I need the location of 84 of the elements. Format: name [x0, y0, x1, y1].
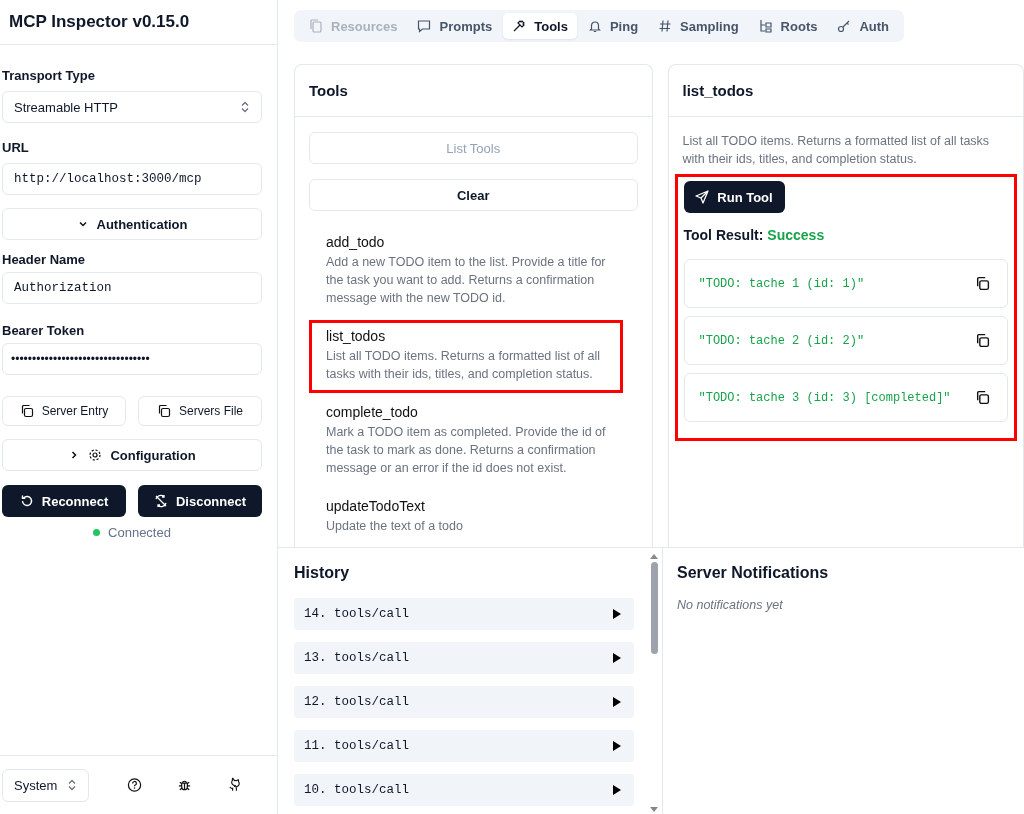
play-triangle-icon	[612, 740, 622, 752]
key-icon	[837, 19, 852, 33]
panel-title: list_todos	[668, 65, 1023, 117]
clear-button[interactable]: Clear	[309, 179, 638, 211]
empty-notifications-text: No notifications yet	[677, 598, 784, 612]
history-entry[interactable]: 13. tools/call	[294, 642, 634, 674]
bell-icon	[587, 19, 602, 33]
tool-description: Mark a TODO item as completed. Provide the id of the task to mark as done. Returns a confirmation message or an error if the id does not exist.	[326, 424, 606, 477]
history-entry-label: 10. tools/call	[304, 783, 410, 797]
copy-icon[interactable]	[975, 276, 990, 291]
tool-name: list_todos	[326, 328, 387, 344]
history-entry[interactable]: 10. tools/call	[294, 774, 634, 806]
field-label: Bearer Token	[2, 323, 86, 338]
tab[interactable]: Sampling	[649, 13, 748, 39]
play-triangle-icon	[612, 608, 622, 620]
tool-name: complete_todo	[326, 404, 419, 420]
scroll-down-arrow-icon[interactable]	[649, 806, 659, 814]
history-entry[interactable]: 14. tools/call	[294, 598, 634, 630]
configuration-toggle[interactable]: Configuration	[2, 439, 262, 471]
up-down-chevron-icon	[66, 779, 77, 791]
result-text: "TODO: tache 3 (id: 3) [completed]"	[698, 390, 951, 405]
history-entry-label: 14. tools/call	[304, 607, 410, 621]
result-label: Tool Result:	[683, 227, 764, 243]
copy-icon[interactable]	[975, 333, 990, 348]
copy-button[interactable]: Server Entry	[2, 396, 126, 426]
tool-name: updateTodoText	[326, 498, 426, 514]
tool-description: Update the text of a todo	[326, 518, 464, 535]
theme-select[interactable]: System	[2, 768, 89, 802]
connection-status: Connected	[108, 525, 171, 540]
result-status: Success	[767, 227, 825, 243]
tool-item[interactable]: add_todo Add a new TODO item to the list. Provide a title for the task you want to add. Returns a confirmation message with the new TODO id.	[309, 226, 623, 317]
play-triangle-icon	[612, 652, 622, 664]
result-text: "TODO: tache 2 (id: 2)"	[698, 333, 865, 348]
copy-button[interactable]: Servers File	[138, 396, 262, 426]
tab[interactable]: Prompts	[408, 13, 502, 39]
history-entry[interactable]: 12. tools/call	[294, 686, 634, 718]
field-label: URL	[2, 140, 30, 155]
result-text: "TODO: tache 1 (id: 1)"	[698, 276, 865, 291]
tool-item[interactable]: updateTodoText Update the text of a todo	[309, 490, 623, 545]
run-tool-button[interactable]: Run Tool	[683, 181, 785, 213]
history-title: History	[294, 564, 351, 582]
reconnect-button[interactable]: Reconnect	[2, 485, 126, 517]
disconnect-icon	[153, 494, 168, 508]
scroll-up-arrow-icon[interactable]	[649, 552, 659, 560]
tool-item[interactable]: list_todos List all TODO items. Returns a formatted list of all tasks with their ids, titles, and completion status.	[309, 320, 623, 393]
history-entry-label: 13. tools/call	[304, 651, 410, 665]
hash-icon	[658, 19, 673, 33]
copy-icon	[157, 404, 171, 418]
play-triangle-icon	[612, 784, 622, 796]
header-name-field[interactable]: Authorization	[2, 272, 262, 304]
field-label: Transport Type	[2, 68, 96, 83]
tool-item[interactable]: complete_todo Mark a TODO item as completed. Provide the id of the task to mark as done. Returns a confirmation message or an error if the id does not exist.	[309, 396, 623, 487]
tool-name: add_todo	[326, 234, 386, 250]
tool-description: List all TODO items. Returns a formatted list of all tasks with their ids, titles, and completion status.	[682, 133, 991, 168]
history-entry-label: 11. tools/call	[304, 739, 410, 753]
history-entry-label: 12. tools/call	[304, 695, 410, 709]
tool-description: Add a new TODO item to the list. Provide a title for the task you want to add. Returns a confirmation message with the new TODO id.	[326, 254, 606, 307]
help-icon[interactable]	[126, 777, 142, 793]
tab[interactable]: Tools	[503, 13, 577, 39]
scrollbar-thumb[interactable]	[650, 562, 658, 654]
folder-tree-icon	[758, 19, 773, 33]
copy-icon	[19, 404, 34, 418]
send-icon	[695, 190, 710, 204]
authentication-toggle[interactable]: Authentication	[2, 208, 262, 240]
history-entry[interactable]: 11. tools/call	[294, 730, 634, 762]
copy-icon[interactable]	[975, 390, 990, 405]
files-icon	[309, 19, 323, 33]
settings-icon	[88, 448, 103, 462]
rotate-icon	[19, 494, 34, 508]
url-field[interactable]: http://localhost:3000/mcp	[2, 163, 262, 195]
play-triangle-icon	[612, 696, 622, 708]
panel-title: Tools	[295, 65, 652, 117]
transport-select[interactable]: Streamable HTTP	[2, 91, 262, 123]
tab[interactable]: Roots	[749, 13, 827, 39]
field-label: Header Name	[2, 252, 87, 267]
speech-bubble-icon	[417, 19, 432, 33]
tool-description: List all TODO items. Returns a formatted list of all tasks with their ids, titles, and completion status.	[326, 348, 601, 383]
notifications-title: Server Notifications	[677, 564, 830, 582]
bearer-token-field[interactable]: •••••••••••••••••••••••••••••••••	[2, 343, 262, 375]
app-title: MCP Inspector v0.15.0	[9, 12, 190, 32]
tab[interactable]: Auth	[828, 13, 899, 39]
up-down-chevron-icon	[240, 101, 250, 113]
tab[interactable]: Ping	[578, 13, 648, 39]
disconnect-button[interactable]: Disconnect	[138, 485, 262, 517]
